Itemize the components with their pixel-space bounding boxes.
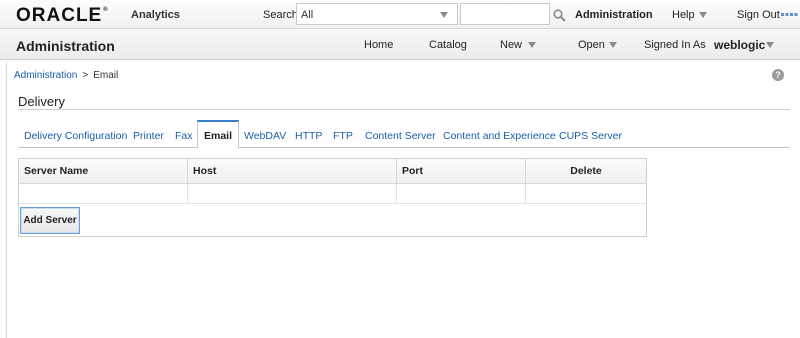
tab-fax[interactable]: Fax: [175, 124, 193, 148]
breadcrumb: Administration > Email: [14, 70, 118, 81]
help-menu[interactable]: Help: [672, 9, 695, 21]
column-header-delete: Delete: [570, 165, 602, 177]
table-cell: [397, 184, 526, 204]
nav-new[interactable]: New: [500, 39, 522, 51]
page-title: Administration: [16, 38, 115, 54]
search-input[interactable]: [460, 3, 550, 25]
table-cell: [188, 184, 397, 204]
nav-open[interactable]: Open: [578, 39, 605, 51]
product-name: Analytics: [131, 9, 180, 21]
chevron-down-icon[interactable]: [699, 12, 707, 18]
sign-out-link[interactable]: Sign Out: [737, 9, 780, 21]
nav-home[interactable]: Home: [364, 39, 393, 51]
table-cell: [526, 184, 646, 204]
tab-delivery-configuration[interactable]: Delivery Configuration: [24, 124, 127, 148]
breadcrumb-separator: >: [82, 70, 89, 81]
tab-ftp[interactable]: FTP: [333, 124, 353, 148]
search-label: Search: [263, 9, 298, 21]
oracle-logo[interactable]: ORACLE®: [16, 5, 109, 27]
divider: [18, 109, 790, 110]
main-content: Administration > Email ? Delivery Delivery…: [6, 62, 800, 338]
column-header-host: Host: [188, 159, 397, 184]
breadcrumb-current: Email: [93, 70, 119, 81]
table-row: [19, 184, 646, 204]
tab-content-and-experience[interactable]: Content and Experience: [443, 124, 556, 148]
administration-link[interactable]: Administration: [575, 9, 653, 21]
tab-printer[interactable]: Printer: [133, 124, 164, 148]
page-header: Administration Home Catalog New Open Sig…: [0, 30, 800, 60]
chevron-down-icon[interactable]: [528, 42, 536, 48]
tab-email[interactable]: Email: [197, 120, 240, 149]
chevron-down-icon: [440, 12, 448, 18]
add-server-button[interactable]: Add Server: [20, 207, 80, 234]
tab-cups-server[interactable]: CUPS Server: [559, 124, 622, 148]
tab-webdav[interactable]: WebDAV: [244, 124, 286, 148]
column-header-server-name: Server Name: [19, 159, 188, 184]
global-header: ORACLE® Analytics Search All Administrat…: [0, 0, 800, 29]
column-header-port: Port: [397, 159, 526, 184]
email-servers-table: Server Name Host Port Delete Add Server: [18, 158, 647, 237]
more-options-icon[interactable]: [781, 13, 798, 16]
signed-in-label: Signed In As: [644, 39, 706, 51]
brand-text: ORACLE: [16, 5, 103, 26]
search-icon[interactable]: [553, 9, 566, 22]
nav-catalog[interactable]: Catalog: [429, 39, 467, 51]
user-menu[interactable]: weblogic: [714, 38, 765, 52]
table-header: Server Name Host Port Delete: [19, 159, 646, 184]
chevron-down-icon[interactable]: [766, 42, 774, 48]
breadcrumb-administration[interactable]: Administration: [14, 70, 77, 81]
section-title: Delivery: [18, 94, 65, 109]
search-scope-value: All: [301, 9, 314, 21]
delivery-tabs: Delivery Configuration Printer Fax Email…: [18, 120, 790, 149]
help-icon[interactable]: ?: [772, 69, 784, 81]
search-scope-select[interactable]: All: [296, 3, 458, 25]
tab-content-server[interactable]: Content Server: [365, 124, 436, 148]
tab-http[interactable]: HTTP: [295, 124, 322, 148]
chevron-down-icon[interactable]: [609, 42, 617, 48]
table-cell: [19, 184, 188, 204]
